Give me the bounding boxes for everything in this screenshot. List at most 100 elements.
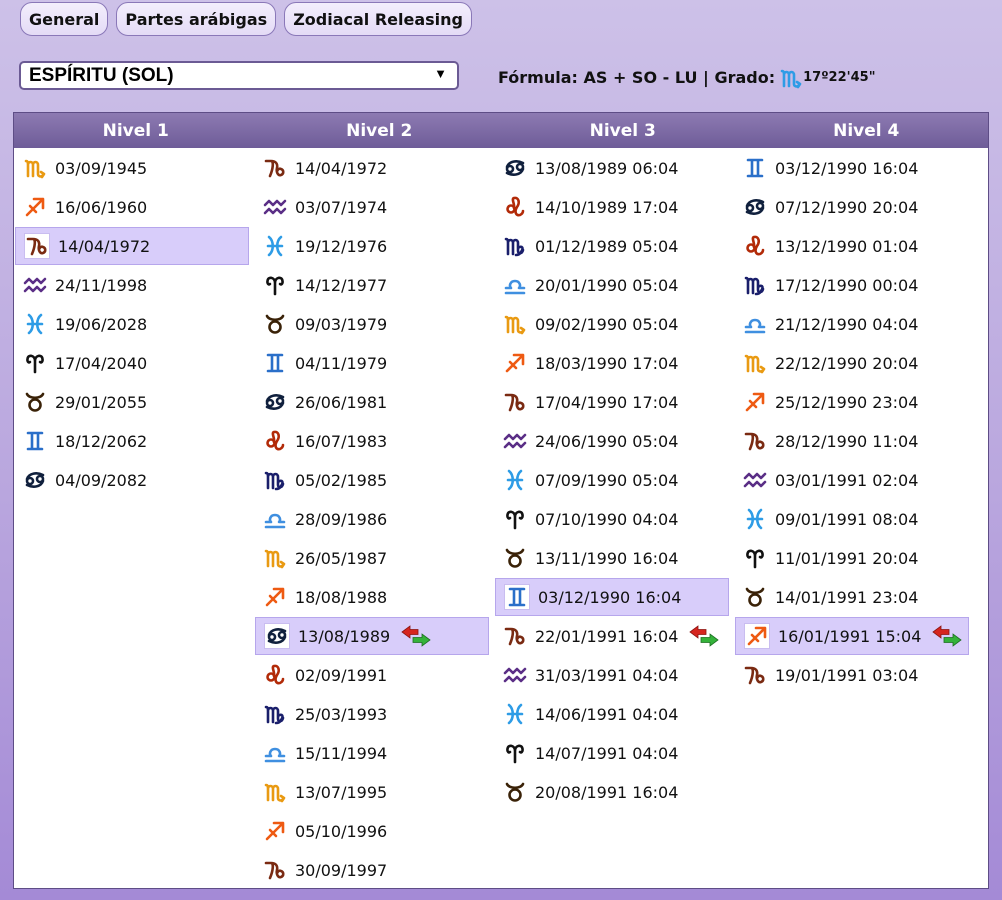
table-row[interactable]: 22/12/1990 20:04 (735, 344, 969, 382)
table-row[interactable]: 13/12/1990 01:04 (735, 227, 969, 265)
scorpio-icon (503, 312, 527, 336)
table-row[interactable]: 24/11/1998 (15, 266, 249, 304)
table-row[interactable]: 03/12/1990 16:04 (495, 578, 729, 616)
table-row[interactable]: 13/08/1989 06:04 (495, 149, 729, 187)
row-date: 18/12/2062 (55, 431, 148, 451)
row-date: 13/08/1989 06:04 (535, 158, 679, 178)
table-row[interactable]: 16/07/1983 (255, 422, 489, 460)
table-row[interactable]: 28/09/1986 (255, 500, 489, 538)
table-row[interactable]: 03/01/1991 02:04 (735, 461, 969, 499)
table-row[interactable]: 25/12/1990 23:04 (735, 383, 969, 421)
table-row[interactable]: 16/06/1960 (15, 188, 249, 226)
table-row[interactable]: 09/03/1979 (255, 305, 489, 343)
table-row[interactable]: 26/05/1987 (255, 539, 489, 577)
table-row[interactable]: 14/04/1972 (15, 227, 249, 265)
cancer-icon (264, 623, 290, 649)
tab-zodiacal-releasing[interactable]: Zodiacal Releasing (284, 2, 473, 36)
formula-info: Fórmula: AS + SO - LU | Grado: 17º22'45" (498, 66, 875, 89)
table-row[interactable]: 25/03/1993 (255, 695, 489, 733)
table-row[interactable]: 20/01/1990 05:04 (495, 266, 729, 304)
table-row[interactable]: 22/01/1991 16:04 (495, 617, 729, 655)
table-row[interactable]: 09/02/1990 05:04 (495, 305, 729, 343)
row-date: 09/02/1990 05:04 (535, 314, 679, 334)
row-date: 21/12/1990 04:04 (775, 314, 919, 334)
table-row[interactable]: 09/01/1991 08:04 (735, 500, 969, 538)
swap-arrows-icon[interactable] (688, 625, 720, 647)
row-date: 03/12/1990 16:04 (538, 587, 682, 607)
row-date: 13/12/1990 01:04 (775, 236, 919, 256)
capricorn-icon (743, 663, 767, 687)
table-row[interactable]: 17/04/1990 17:04 (495, 383, 729, 421)
table-row[interactable]: 30/09/1997 (255, 851, 489, 889)
table-row[interactable]: 28/12/1990 11:04 (735, 422, 969, 460)
virgo-icon (263, 702, 287, 726)
scorpio-icon (23, 156, 47, 180)
table-row[interactable]: 19/01/1991 03:04 (735, 656, 969, 694)
table-row[interactable]: 14/12/1977 (255, 266, 489, 304)
table-row[interactable]: 19/12/1976 (255, 227, 489, 265)
row-date: 14/06/1991 04:04 (535, 704, 679, 724)
table-row[interactable]: 02/09/1991 (255, 656, 489, 694)
table-row[interactable]: 14/01/1991 23:04 (735, 578, 969, 616)
table-row[interactable]: 05/10/1996 (255, 812, 489, 850)
table-row[interactable]: 13/07/1995 (255, 773, 489, 811)
table-row[interactable]: 19/06/2028 (15, 305, 249, 343)
table-row[interactable]: 26/06/1981 (255, 383, 489, 421)
table-row[interactable]: 07/09/1990 05:04 (495, 461, 729, 499)
table-row[interactable]: 18/03/1990 17:04 (495, 344, 729, 382)
sagittarius-icon (263, 585, 287, 609)
table-row[interactable]: 17/12/1990 00:04 (735, 266, 969, 304)
table-row[interactable]: 07/10/1990 04:04 (495, 500, 729, 538)
table-row[interactable]: 03/09/1945 (15, 149, 249, 187)
table-row[interactable]: 01/12/1989 05:04 (495, 227, 729, 265)
table-row[interactable]: 07/12/1990 20:04 (735, 188, 969, 226)
table-row[interactable]: 18/08/1988 (255, 578, 489, 616)
table-row[interactable]: 14/06/1991 04:04 (495, 695, 729, 733)
aries-icon (503, 741, 527, 765)
table-row[interactable]: 13/11/1990 16:04 (495, 539, 729, 577)
table-row[interactable]: 20/08/1991 16:04 (495, 773, 729, 811)
pisces-icon (23, 312, 47, 336)
table-row[interactable]: 04/09/2082 (15, 461, 249, 499)
taurus-icon (503, 780, 527, 804)
lot-select[interactable]: ESPÍRITU (SOL) ▼ (19, 61, 459, 90)
virgo-icon (503, 234, 527, 258)
formula-label: Fórmula: AS + SO - LU | Grado: (498, 67, 776, 87)
row-date: 22/01/1991 16:04 (535, 626, 679, 646)
table-row[interactable]: 03/07/1974 (255, 188, 489, 226)
table-row[interactable]: 04/11/1979 (255, 344, 489, 382)
row-date: 19/06/2028 (55, 314, 148, 334)
row-date: 20/01/1990 05:04 (535, 275, 679, 295)
row-date: 17/04/2040 (55, 353, 148, 373)
tab-general[interactable]: General (20, 2, 109, 36)
aquarius-icon (743, 468, 767, 492)
capricorn-icon (263, 858, 287, 882)
pisces-icon (503, 702, 527, 726)
table-row[interactable]: 14/07/1991 04:04 (495, 734, 729, 772)
row-date: 14/04/1972 (58, 236, 151, 256)
swap-arrows-icon[interactable] (931, 625, 963, 647)
virgo-icon (263, 468, 287, 492)
swap-arrows-icon[interactable] (400, 625, 432, 647)
table-row[interactable]: 13/08/1989 (255, 617, 489, 655)
tab-partes-arabigas[interactable]: Partes arábigas (116, 2, 277, 36)
row-date: 03/12/1990 16:04 (775, 158, 919, 178)
taurus-icon (263, 312, 287, 336)
capricorn-icon (503, 624, 527, 648)
table-row[interactable]: 18/12/2062 (15, 422, 249, 460)
table-row[interactable]: 16/01/1991 15:04 (735, 617, 969, 655)
table-row[interactable]: 05/02/1985 (255, 461, 489, 499)
table-row[interactable]: 17/04/2040 (15, 344, 249, 382)
table-row[interactable]: 24/06/1990 05:04 (495, 422, 729, 460)
cancer-icon (743, 195, 767, 219)
table-row[interactable]: 03/12/1990 16:04 (735, 149, 969, 187)
gemini-icon (504, 584, 530, 610)
table-row[interactable]: 31/03/1991 04:04 (495, 656, 729, 694)
table-row[interactable]: 14/04/1972 (255, 149, 489, 187)
table-row[interactable]: 14/10/1989 17:04 (495, 188, 729, 226)
table-row[interactable]: 15/11/1994 (255, 734, 489, 772)
table-row[interactable]: 21/12/1990 04:04 (735, 305, 969, 343)
table-row[interactable]: 11/01/1991 20:04 (735, 539, 969, 577)
pisces-icon (743, 507, 767, 531)
table-row[interactable]: 29/01/2055 (15, 383, 249, 421)
